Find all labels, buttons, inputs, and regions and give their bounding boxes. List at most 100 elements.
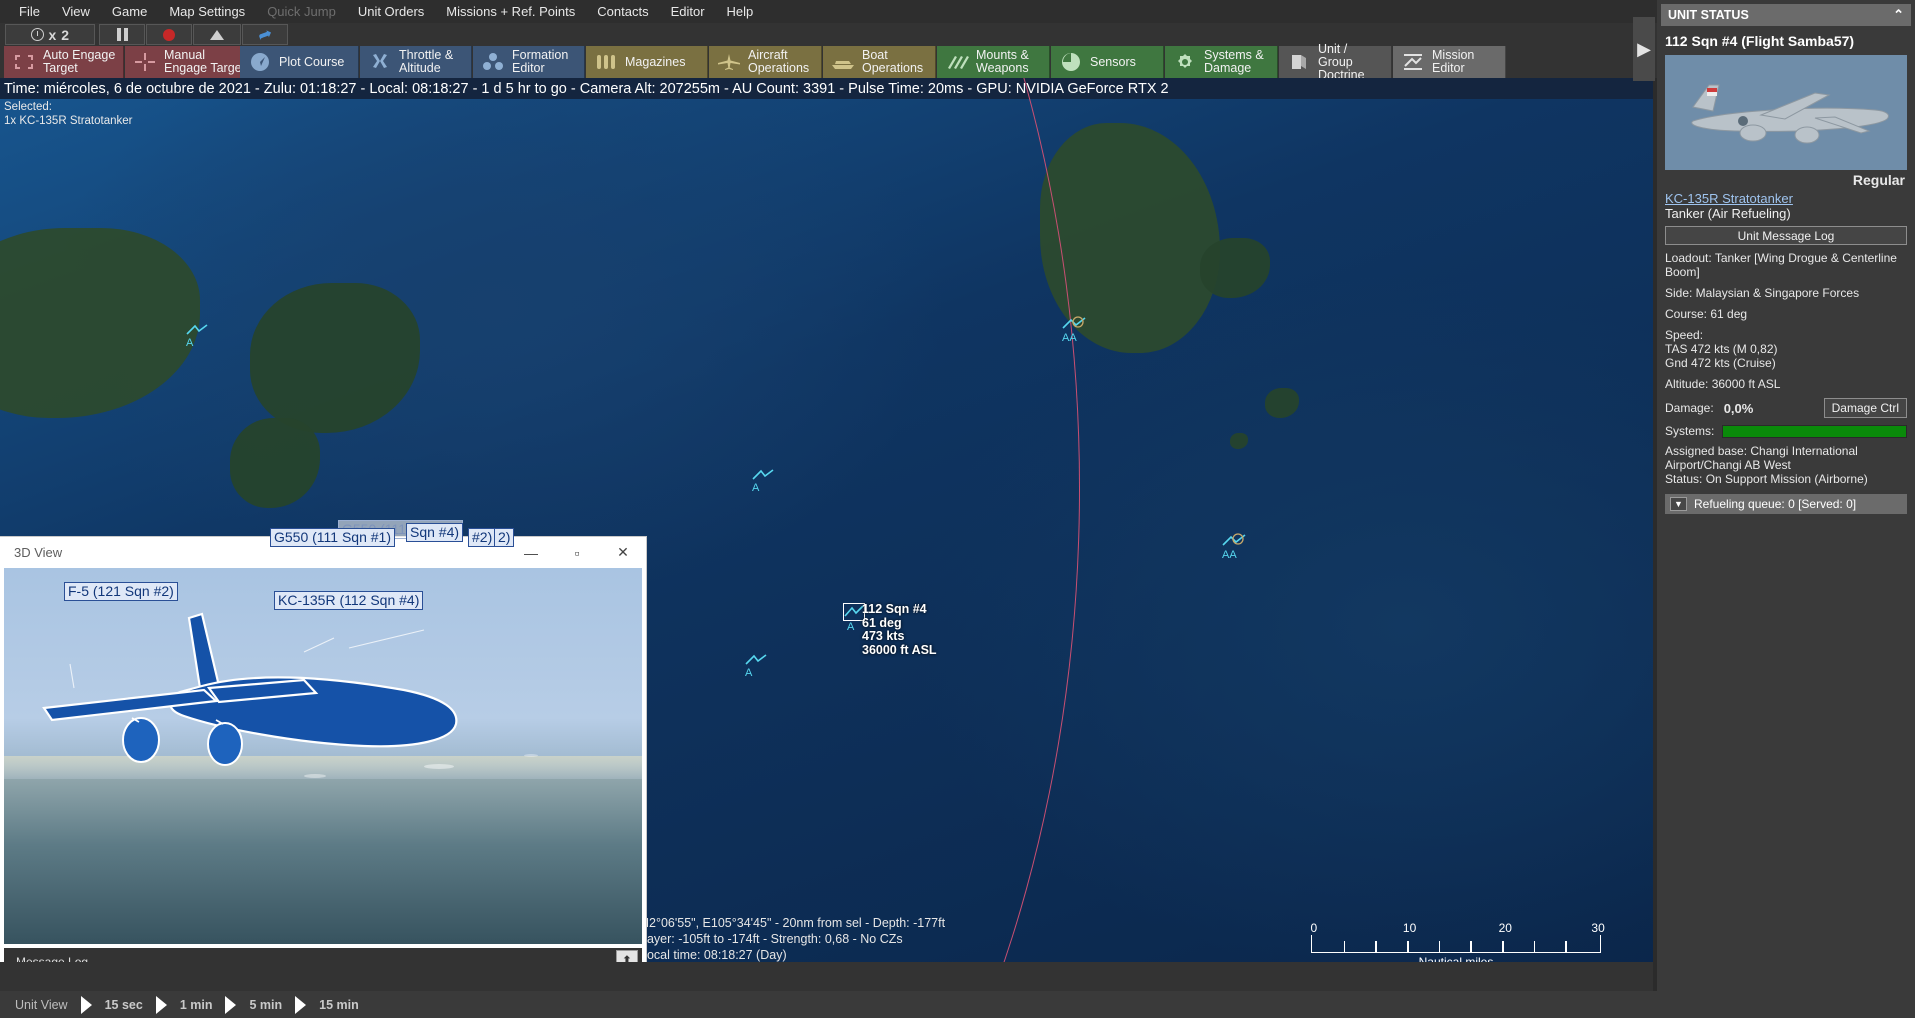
pause-button[interactable] <box>99 24 145 45</box>
unit-status-body: KC-135R Stratotanker Tanker (Air Refueli… <box>1657 191 1915 514</box>
magazine-icon <box>593 50 619 74</box>
aircraft-operations-button[interactable]: Aircraft Operations <box>709 46 822 78</box>
air-contact-marker[interactable]: A <box>745 653 767 679</box>
wake-marker <box>524 754 538 757</box>
3d-view-window[interactable]: 3D View — ▫ ✕ <box>0 537 646 980</box>
selected-unit-callout: 112 Sqn #4 61 deg 473 kts 36000 ft ASL <box>862 603 937 657</box>
menu-item-missions-ref-points[interactable]: Missions + Ref. Points <box>435 1 586 22</box>
systems-damage-button[interactable]: Systems & Damage <box>1165 46 1278 78</box>
throttle-altitude-label: Throttle & Altitude <box>399 49 453 75</box>
menu-item-contacts[interactable]: Contacts <box>586 1 659 22</box>
manual-engage-target-label: Manual Engage Target <box>164 49 245 75</box>
throttle-altitude-button[interactable]: Throttle & Altitude <box>360 46 472 78</box>
mounts-weapons-button[interactable]: Mounts & Weapons <box>937 46 1050 78</box>
unit-status-header[interactable]: UNIT STATUS ⌃ <box>1661 4 1911 26</box>
magazines-label: Magazines <box>625 56 685 69</box>
refueling-queue-row[interactable]: ▼ Refueling queue: 0 [Served: 0] <box>1665 494 1907 514</box>
plot-course-label: Plot Course <box>279 56 344 69</box>
maximize-icon[interactable]: ▫ <box>554 537 600 568</box>
mounts-weapons-label: Mounts & Weapons <box>976 49 1029 75</box>
minimize-icon[interactable]: — <box>508 537 554 568</box>
close-icon[interactable]: ✕ <box>600 537 646 568</box>
scale-tick-20: 20 <box>1499 921 1512 935</box>
menu-item-help[interactable]: Help <box>716 1 765 22</box>
chevron-right-icon: ▶ <box>1637 39 1651 60</box>
play-step-icon[interactable] <box>295 996 306 1014</box>
unit-group-doctrine-button[interactable]: Unit / Group Doctrine <box>1279 46 1392 78</box>
unit-message-log-button[interactable]: Unit Message Log <box>1665 226 1907 245</box>
chevron-up-icon[interactable]: ⌃ <box>1893 7 1904 23</box>
magazines-button[interactable]: Magazines <box>586 46 708 78</box>
unit-status-panel: UNIT STATUS ⌃ 112 Sqn #4 (Flight Samba57… <box>1657 0 1915 1018</box>
record-button[interactable] <box>146 24 192 45</box>
crosshair-auto-icon <box>11 50 37 74</box>
unit-damage-value: 0,0% <box>1724 401 1754 416</box>
menu-bar: File View Game Map Settings Quick Jump U… <box>0 0 1915 23</box>
unit-view-button[interactable]: Unit View <box>8 998 75 1012</box>
3d-label-kc135r-112-4[interactable]: KC-135R (112 Sqn #4) <box>274 591 423 610</box>
play-step-icon[interactable] <box>225 996 236 1014</box>
transport-bar: x 2 ➦ <box>0 23 1915 46</box>
chevron-down-icon[interactable]: ▼ <box>1670 497 1687 511</box>
unit-speed-block: Speed: TAS 472 kts (M 0,82) Gnd 472 kts … <box>1665 328 1907 370</box>
unit-speed-header: Speed: <box>1665 328 1907 342</box>
boat-operations-button[interactable]: Boat Operations <box>823 46 936 78</box>
unit-side: Side: Malaysian & Singapore Forces <box>1665 286 1907 300</box>
scale-tick-30: 30 <box>1591 921 1604 935</box>
jump-button[interactable]: ➦ <box>242 24 288 45</box>
unit-callout-course: 61 deg <box>862 617 937 631</box>
aircraft-3d-model <box>4 568 642 944</box>
unit-type-link[interactable]: KC-135R Stratotanker <box>1665 191 1907 206</box>
3d-label-g550-111-1[interactable]: G550 (111 Sqn #1) <box>270 528 395 547</box>
plot-course-button[interactable]: Plot Course <box>240 46 359 78</box>
crosshair-manual-icon <box>132 50 158 74</box>
message-log-bar[interactable] <box>0 962 1653 991</box>
air-contact-marker[interactable]: A <box>186 323 208 349</box>
3d-view-canvas[interactable] <box>4 568 642 944</box>
menu-item-unit-orders[interactable]: Unit Orders <box>347 1 435 22</box>
unit-loadout: Loadout: Tanker [Wing Drogue & Centerlin… <box>1665 251 1907 279</box>
contact-tag-aa: AA <box>1222 549 1246 561</box>
sensors-button[interactable]: Sensors <box>1051 46 1164 78</box>
compass-icon <box>247 50 273 74</box>
pause-icon <box>117 28 128 41</box>
map-info-layer: Layer: -105ft to -174ft - Strength: 0,68… <box>640 931 1037 947</box>
unit-speed-gnd: Gnd 472 kts (Cruise) <box>1665 356 1907 370</box>
boat-icon <box>830 50 856 74</box>
aircraft-operations-label: Aircraft Operations <box>748 49 809 75</box>
step-1-min-button[interactable]: 1 min <box>173 998 220 1012</box>
menu-item-view[interactable]: View <box>51 1 101 22</box>
step-5-min-button[interactable]: 5 min <box>242 998 289 1012</box>
3d-label-sqn-4[interactable]: Sqn #4) <box>406 523 463 542</box>
throttle-icon <box>367 50 393 74</box>
anvil-button[interactable] <box>193 24 241 45</box>
unit-group-doctrine-label: Unit / Group Doctrine <box>1318 43 1384 82</box>
scale-axis <box>1311 935 1601 953</box>
play-step-icon[interactable] <box>81 996 92 1014</box>
panel-toggle-button[interactable]: ▶ <box>1633 17 1655 81</box>
sensors-label: Sensors <box>1090 56 1136 69</box>
play-step-icon[interactable] <box>156 996 167 1014</box>
3d-label-sqn-2b[interactable]: 2) <box>494 528 514 547</box>
command-bar: Auto Engage Target Manual Engage Target … <box>0 46 1915 78</box>
menu-item-file[interactable]: File <box>8 1 51 22</box>
contact-tag: A <box>745 667 767 679</box>
3d-label-f5-121-2[interactable]: F-5 (121 Sqn #2) <box>64 582 178 601</box>
map-info-localtime: Local time: 08:18:27 (Day) <box>640 947 1037 963</box>
auto-engage-target-button[interactable]: Auto Engage Target <box>4 46 124 78</box>
menu-item-map-settings[interactable]: Map Settings <box>158 1 256 22</box>
damage-control-button[interactable]: Damage Ctrl <box>1824 398 1907 418</box>
air-contact-marker[interactable]: A <box>752 468 774 494</box>
menu-item-game[interactable]: Game <box>101 1 158 22</box>
unit-callout-speed: 473 kts <box>862 630 937 644</box>
3d-label-sqn-2a[interactable]: #2) <box>468 528 496 547</box>
step-15-min-button[interactable]: 15 min <box>312 998 366 1012</box>
formation-editor-button[interactable]: Formation Editor <box>473 46 585 78</box>
menu-item-editor[interactable]: Editor <box>660 1 716 22</box>
mission-editor-label: Mission Editor <box>1432 49 1474 75</box>
step-15-sec-button[interactable]: 15 sec <box>98 998 150 1012</box>
air-contact-marker[interactable]: AA <box>1062 316 1086 344</box>
time-speed-button[interactable]: x 2 <box>5 24 95 45</box>
mission-editor-button[interactable]: Mission Editor <box>1393 46 1506 78</box>
air-contact-marker[interactable]: AA <box>1222 533 1246 561</box>
